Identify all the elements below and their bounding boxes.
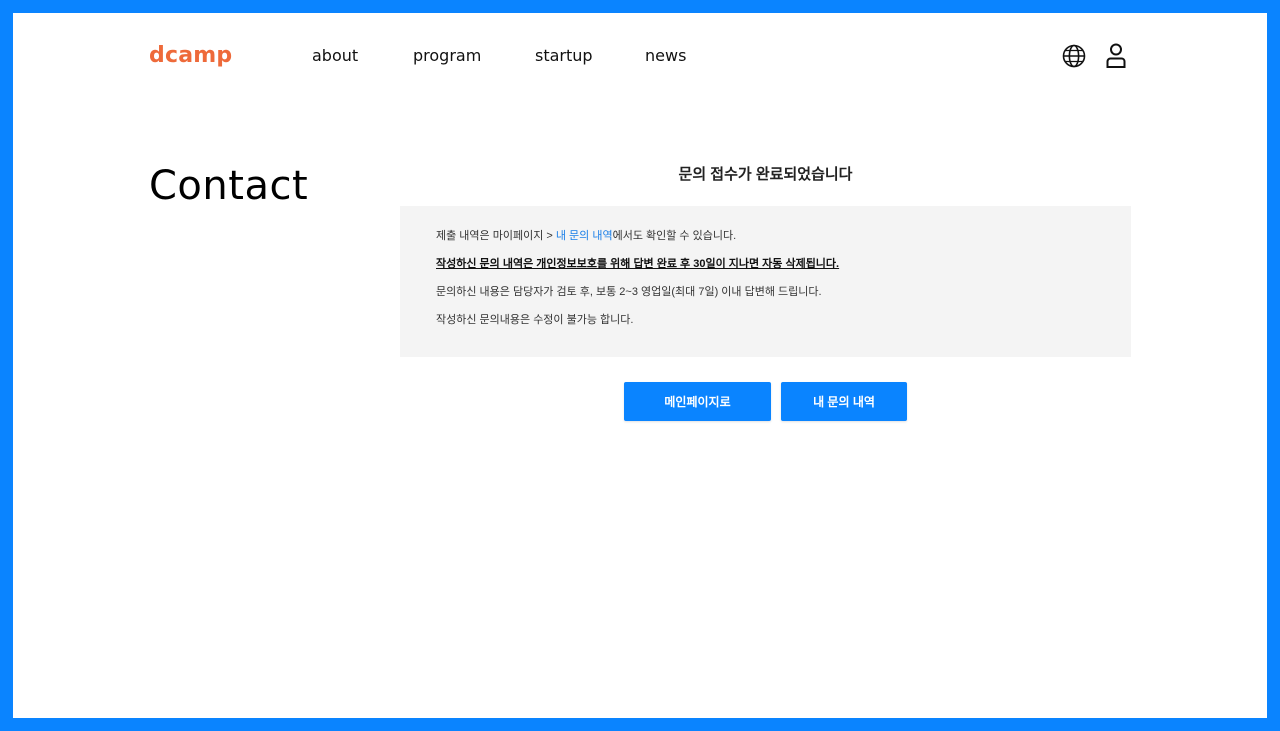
header-actions xyxy=(1061,43,1129,69)
page-frame: dcamp about program startup news Contact… xyxy=(13,13,1267,718)
user-icon[interactable] xyxy=(1103,43,1129,69)
dcamp-logo[interactable]: dcamp xyxy=(149,41,232,71)
action-buttons: 메인페이지로 내 문의 내역 xyxy=(624,382,907,421)
notice-line-location: 제출 내역은 마이페이지 > 내 문의 내역에서도 확인할 수 있습니다. xyxy=(436,228,1095,244)
page-title: Contact xyxy=(149,163,309,209)
main-nav: about program startup news xyxy=(312,46,741,66)
my-inquiries-link[interactable]: 내 문의 내역 xyxy=(556,230,613,242)
notice-line-prefix: 제출 내역은 마이페이지 > xyxy=(436,230,556,242)
notice-line-response-time: 문의하신 내용은 담당자가 검토 후, 보통 2~3 영업일(최대 7일) 이내… xyxy=(436,286,822,298)
nav-program[interactable]: program xyxy=(413,46,481,66)
nav-about[interactable]: about xyxy=(312,46,358,66)
notice-line-suffix: 에서도 확인할 수 있습니다. xyxy=(612,230,737,242)
notice-heading: 문의 접수가 완료되었습니다 xyxy=(678,166,853,183)
main-page-button[interactable]: 메인페이지로 xyxy=(624,382,771,421)
notice-line-no-edit: 작성하신 문의내용은 수정이 불가능 합니다. xyxy=(436,314,634,326)
notice-box: 제출 내역은 마이페이지 > 내 문의 내역에서도 확인할 수 있습니다. 작성… xyxy=(400,206,1131,357)
notice-line-deletion: 작성하신 문의 내역은 개인정보보호를 위해 답변 완료 후 30일이 지나면 … xyxy=(436,258,840,270)
globe-icon[interactable] xyxy=(1061,43,1087,69)
nav-startup[interactable]: startup xyxy=(535,46,593,66)
my-inquiries-button[interactable]: 내 문의 내역 xyxy=(781,382,907,421)
nav-news[interactable]: news xyxy=(645,46,686,66)
